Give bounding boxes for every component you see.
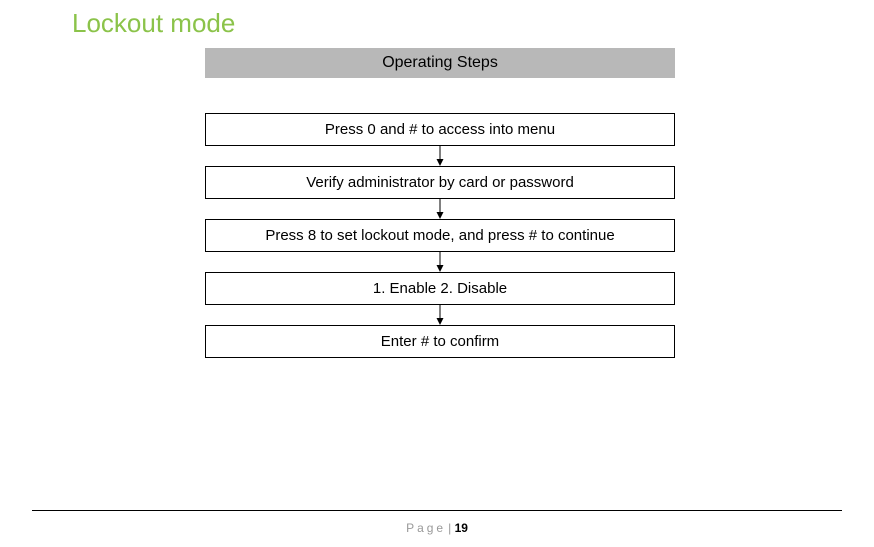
arrow-down-icon — [205, 146, 675, 166]
page-label: Page — [406, 521, 446, 535]
arrow-down-icon — [205, 252, 675, 272]
step-box-4: 1. Enable 2. Disable — [205, 272, 675, 305]
page-separator: | — [448, 521, 451, 535]
operating-steps-header: Operating Steps — [205, 48, 675, 78]
flow-container: Operating Steps Press 0 and # to access … — [205, 48, 675, 358]
page-footer: Page| 19 — [0, 521, 874, 535]
page-title: Lockout mode — [72, 8, 235, 39]
arrow-down-icon — [205, 305, 675, 325]
step-box-3: Press 8 to set lockout mode, and press #… — [205, 219, 675, 252]
step-box-2: Verify administrator by card or password — [205, 166, 675, 199]
step-box-1: Press 0 and # to access into menu — [205, 113, 675, 146]
arrow-down-icon — [205, 199, 675, 219]
page-divider — [32, 510, 842, 511]
step-box-5: Enter # to confirm — [205, 325, 675, 358]
page-number: 19 — [455, 521, 468, 535]
